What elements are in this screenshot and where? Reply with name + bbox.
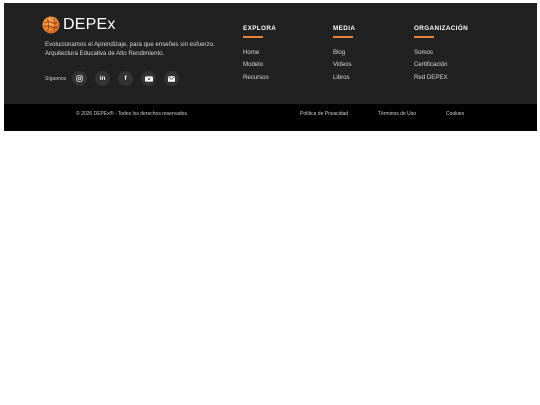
footer-link-libros[interactable]: Libros [333, 72, 355, 85]
footer-link-videos[interactable]: Videos [333, 59, 355, 72]
footer-link-certificacion[interactable]: Certificación [414, 59, 468, 72]
social-links: Síguenos in f [45, 71, 187, 86]
terms-of-use-link[interactable]: Términos de Uso [378, 111, 416, 117]
column-title: EXPLORA [243, 25, 277, 32]
email-icon[interactable] [164, 71, 180, 86]
copyright-text: © 2026 DEPEx® - Todos los derechos reser… [76, 111, 189, 117]
column-underline [414, 36, 434, 38]
instagram-icon[interactable] [72, 71, 88, 86]
column-underline [243, 36, 263, 38]
footer-link-modelo[interactable]: Modelo [243, 59, 276, 72]
footer-link-home[interactable]: Home [243, 47, 276, 60]
facebook-icon[interactable]: f [118, 71, 134, 86]
footer-column-organizacion: ORGANIZACIÓN Somos Certificación Red DEP… [414, 25, 468, 84]
brand-name: DEPEx [63, 16, 116, 33]
column-title: MEDIA [333, 25, 356, 32]
brand[interactable]: DEPEx [42, 16, 116, 34]
footer-column-explora: EXPLORA Home Modelo Recursos [243, 25, 276, 84]
footer-link-blog[interactable]: Blog [333, 47, 355, 60]
page: DEPEx Evolucionamos el Aprendizaje, para… [0, 0, 540, 405]
brand-tagline: Evolucionamos el Aprendizaje, para que e… [45, 40, 235, 58]
tagline-line-1: Evolucionamos el Aprendizaje, para que e… [45, 41, 215, 48]
footer-bottom-bar [4, 104, 537, 131]
globe-logo-icon [42, 16, 60, 34]
column-underline [333, 36, 353, 38]
privacy-policy-link[interactable]: Política de Privacidad [300, 111, 348, 117]
footer-column-media: MEDIA Blog Videos Libros [333, 25, 355, 84]
linkedin-icon[interactable]: in [95, 71, 111, 86]
facebook-icon-text: f [124, 75, 127, 82]
social-label: Síguenos [45, 75, 67, 82]
footer-link-red-depex[interactable]: Red DEPEX [414, 72, 468, 85]
footer-link-somos[interactable]: Somos [414, 47, 468, 60]
tagline-line-2: Arquitectura Educativa de Alto Rendimien… [45, 50, 165, 57]
cookies-link[interactable]: Cookies [446, 111, 464, 117]
youtube-icon[interactable] [141, 71, 157, 86]
linkedin-icon-text: in [99, 75, 106, 82]
footer-link-recursos[interactable]: Recursos [243, 72, 276, 85]
column-title: ORGANIZACIÓN [414, 25, 469, 32]
